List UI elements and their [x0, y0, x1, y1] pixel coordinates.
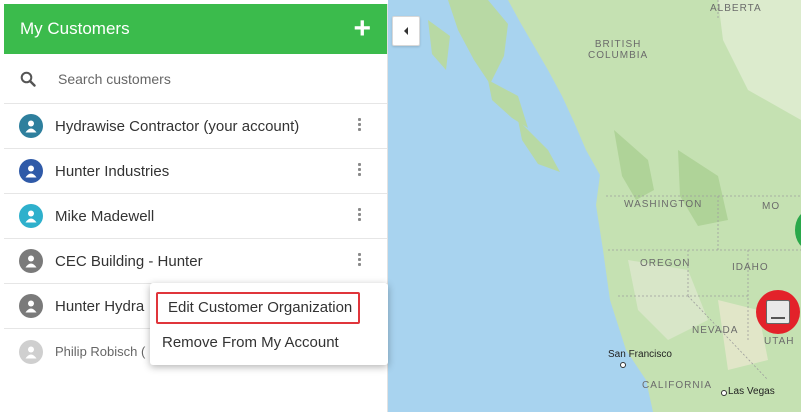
user-avatar-icon: [19, 294, 43, 318]
add-customer-plus-icon[interactable]: +: [353, 14, 371, 44]
map-label-utah: UTAH: [764, 336, 795, 347]
search-bar: [4, 54, 387, 104]
city-label-las-vegas: Las Vegas: [728, 386, 775, 397]
map-label-british-columbia: BRITISH COLUMBIA: [588, 39, 649, 61]
map-marker-controller[interactable]: [756, 290, 800, 334]
remove-from-account-item[interactable]: Remove From My Account: [162, 334, 339, 351]
kebab-menu-icon[interactable]: [358, 253, 361, 268]
map-label-oregon: OREGON: [640, 258, 691, 269]
customer-row-hydrawise-contractor[interactable]: Hydrawise Contractor (your account): [4, 104, 387, 149]
kebab-menu-icon[interactable]: [358, 163, 361, 178]
sidebar-title: My Customers: [20, 19, 130, 38]
controller-icon: [766, 300, 790, 324]
user-avatar-icon: [19, 339, 43, 364]
customer-name: Hunter Industries: [55, 162, 170, 180]
sidebar-header: My Customers +: [4, 4, 387, 54]
city-dot-icon: [620, 362, 626, 368]
map-label-idaho: IDAHO: [732, 262, 769, 273]
customer-name: Philip Robisch (: [55, 344, 146, 359]
customer-name: Hunter Hydra: [55, 297, 145, 315]
edit-customer-organization-item[interactable]: Edit Customer Organization: [156, 292, 361, 324]
city-dot-icon: [721, 390, 727, 396]
user-avatar-icon: [19, 159, 43, 183]
user-avatar-icon: [19, 204, 43, 228]
map-label-alberta: ALBERTA: [710, 3, 762, 14]
collapse-sidebar-button[interactable]: [392, 16, 420, 46]
map-label-montana: MO: [762, 201, 781, 212]
customer-name: Mike Madewell: [55, 207, 155, 225]
caret-left-icon: [404, 27, 408, 35]
map-label-nevada: NEVADA: [692, 325, 739, 336]
map-label-california: CALIFORNIA: [642, 380, 713, 391]
user-avatar-icon: [19, 249, 43, 273]
map-label-washington: WASHINGTON: [624, 199, 703, 210]
map-terrain: [428, 0, 801, 412]
kebab-menu-icon[interactable]: [358, 208, 361, 223]
search-input[interactable]: [56, 69, 340, 88]
customer-name: CEC Building - Hunter: [55, 252, 203, 270]
kebab-menu-icon[interactable]: [358, 118, 361, 133]
customer-row-mike-madewell[interactable]: Mike Madewell: [4, 194, 387, 239]
user-avatar-icon: [19, 114, 43, 138]
search-icon: [20, 71, 36, 87]
city-label-san-francisco: San Francisco: [608, 349, 672, 360]
customer-name: Hydrawise Contractor (your account): [55, 117, 300, 135]
map-view[interactable]: ALBERTA BRITISH COLUMBIA WASHINGTON MO O…: [388, 0, 801, 412]
customer-row-hunter-industries[interactable]: Hunter Industries: [4, 149, 387, 194]
customer-context-menu: Edit Customer Organization Remove From M…: [150, 283, 388, 365]
customer-row-cec-building[interactable]: CEC Building - Hunter: [4, 239, 387, 284]
